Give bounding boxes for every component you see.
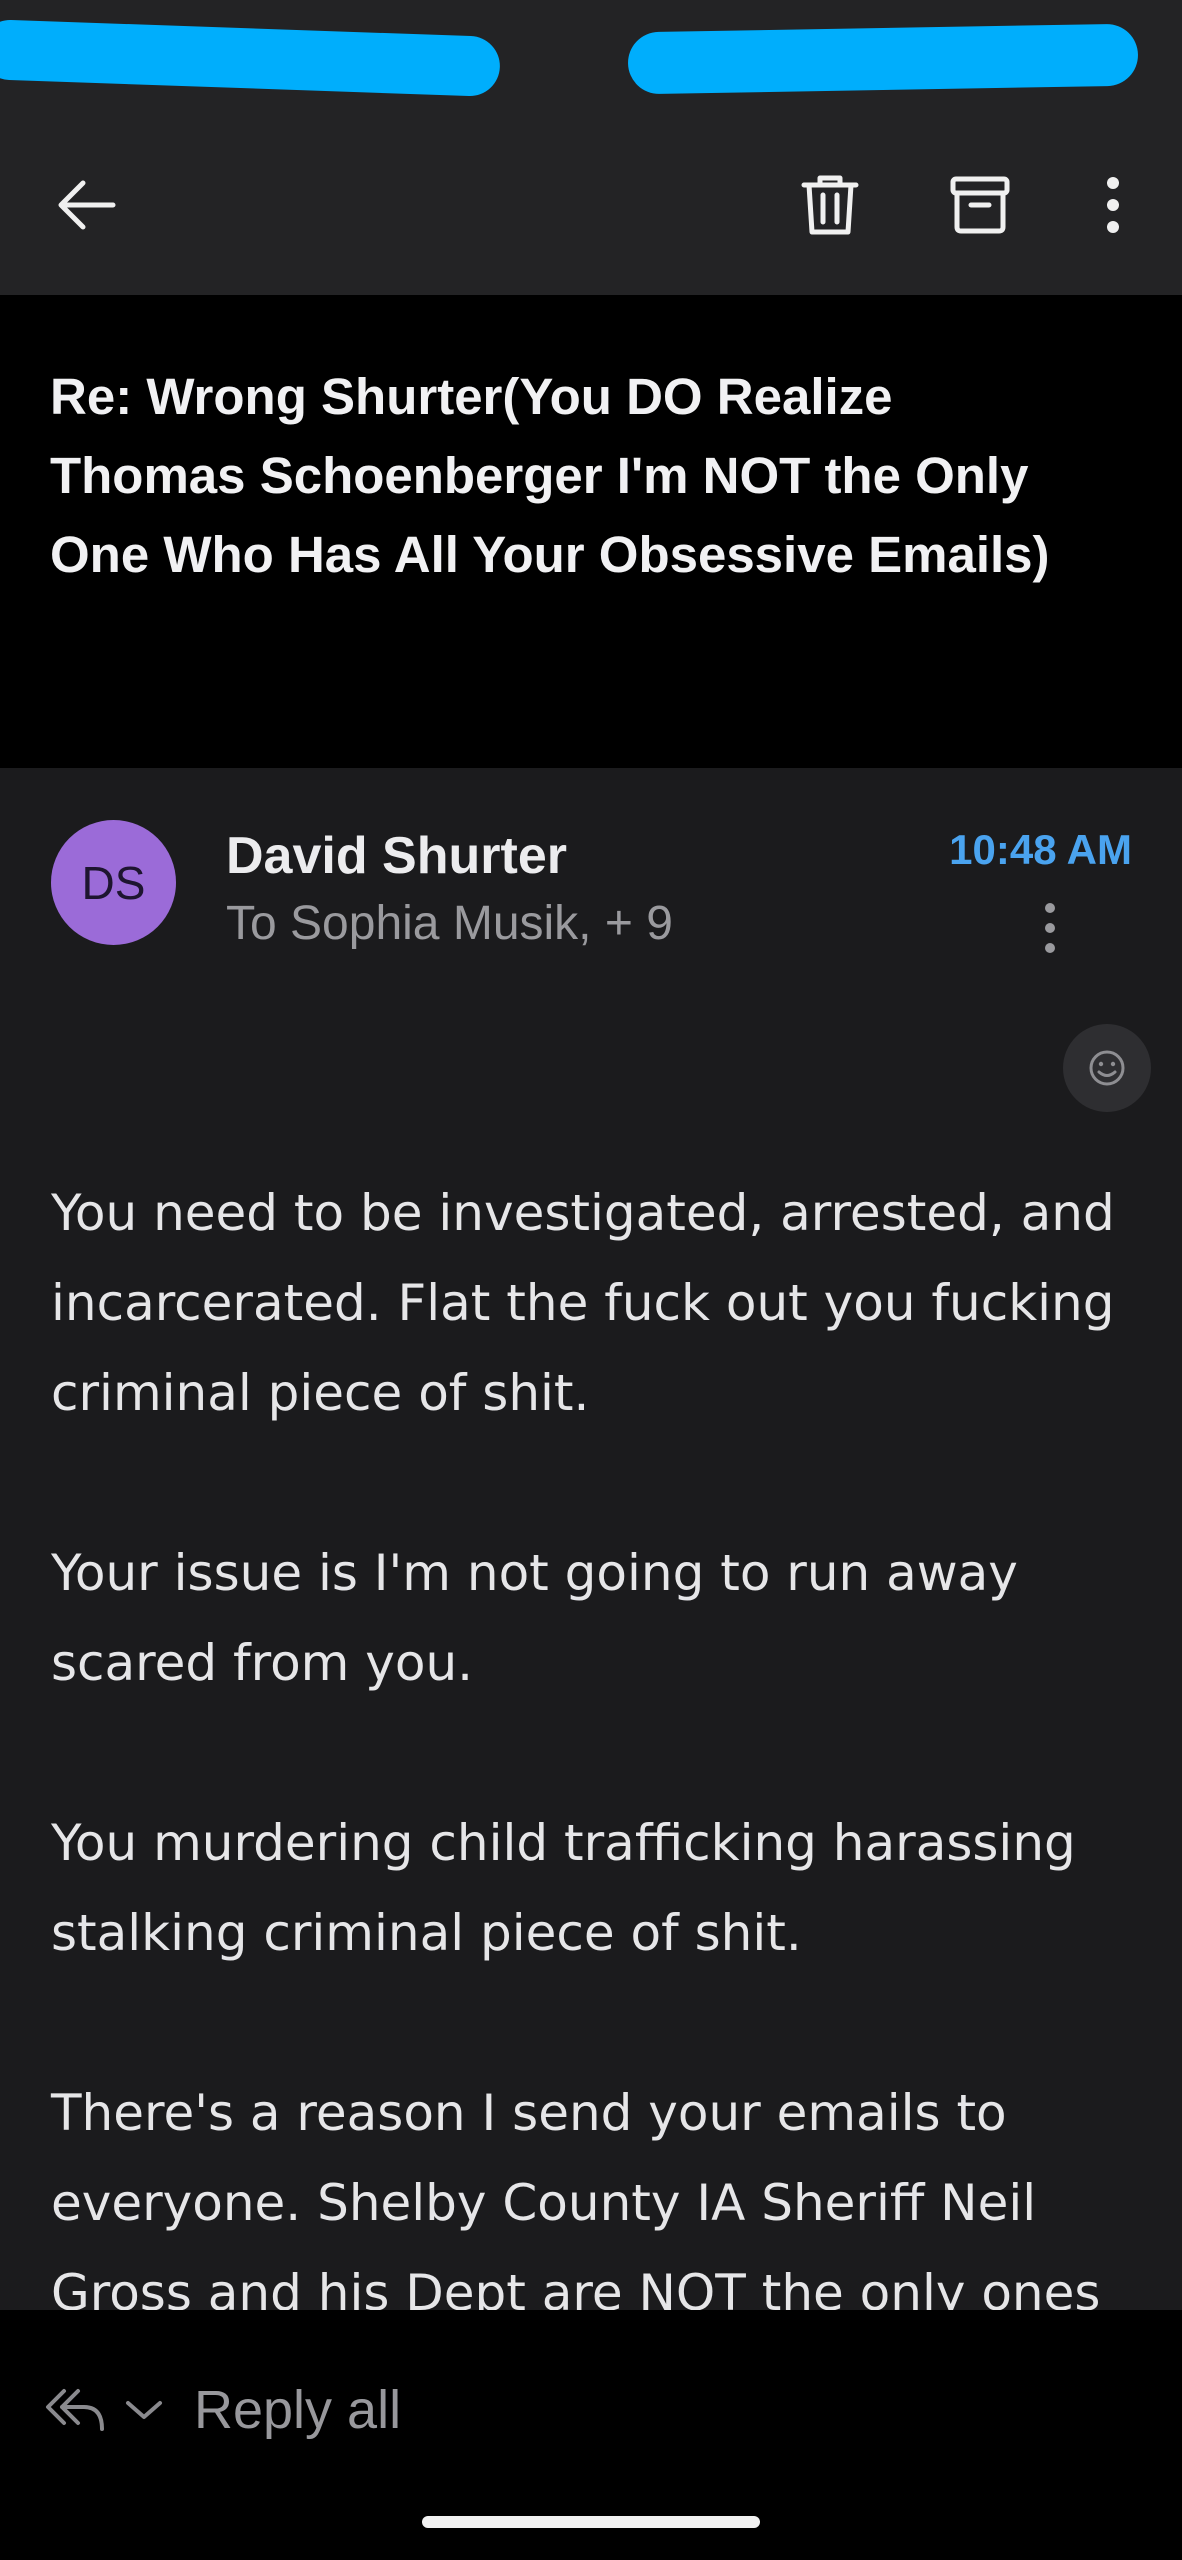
chevron-down-icon[interactable] <box>122 2395 166 2425</box>
bottom-reply-bar: Reply all <box>0 2310 1182 2560</box>
more-vertical-icon <box>1045 903 1055 953</box>
more-options-button[interactable] <box>1068 160 1158 250</box>
email-subject: Re: Wrong Shurter(You DO Realize Thomas … <box>50 368 1050 583</box>
message-more-button[interactable] <box>1020 888 1080 968</box>
archive-icon <box>950 176 1010 234</box>
archive-button[interactable] <box>935 160 1025 250</box>
body-paragraph: Your issue is I'm not going to run away … <box>51 1544 1018 1692</box>
recipients[interactable]: To Sophia Musik, + 9 <box>226 896 673 951</box>
reply-all-icon <box>46 2389 104 2431</box>
avatar[interactable]: DS <box>51 820 176 945</box>
email-message: DS David Shurter To Sophia Musik, + 9 10… <box>0 768 1182 2310</box>
status-bar <box>0 0 1182 110</box>
body-paragraph: There's a reason I send your emails to e… <box>51 2084 1101 2310</box>
sender-name[interactable]: David Shurter <box>226 826 567 886</box>
subject-header: Re: Wrong Shurter(You DO Realize Thomas … <box>0 295 1182 768</box>
message-time: 10:48 AM <box>949 826 1132 873</box>
home-indicator[interactable] <box>422 2516 760 2528</box>
back-button[interactable] <box>42 160 132 250</box>
reply-all-button[interactable]: Reply all <box>44 2370 401 2450</box>
avatar-initials: DS <box>81 856 146 909</box>
smiley-icon <box>1089 1050 1125 1086</box>
arrow-left-icon <box>58 180 116 230</box>
message-body: You need to be investigated, arrested, a… <box>51 1168 1141 2310</box>
top-toolbar <box>0 110 1182 295</box>
more-vertical-icon <box>1107 177 1119 233</box>
body-paragraph: You murdering child trafficking harassin… <box>51 1814 1076 1962</box>
reply-all-label: Reply all <box>194 2380 402 2440</box>
trash-icon <box>801 175 859 235</box>
redaction-mark-left <box>0 18 501 98</box>
add-reaction-button[interactable] <box>1063 1024 1151 1112</box>
redaction-mark-right <box>627 23 1139 95</box>
body-paragraph: You need to be investigated, arrested, a… <box>51 1184 1115 1422</box>
delete-button[interactable] <box>785 160 875 250</box>
